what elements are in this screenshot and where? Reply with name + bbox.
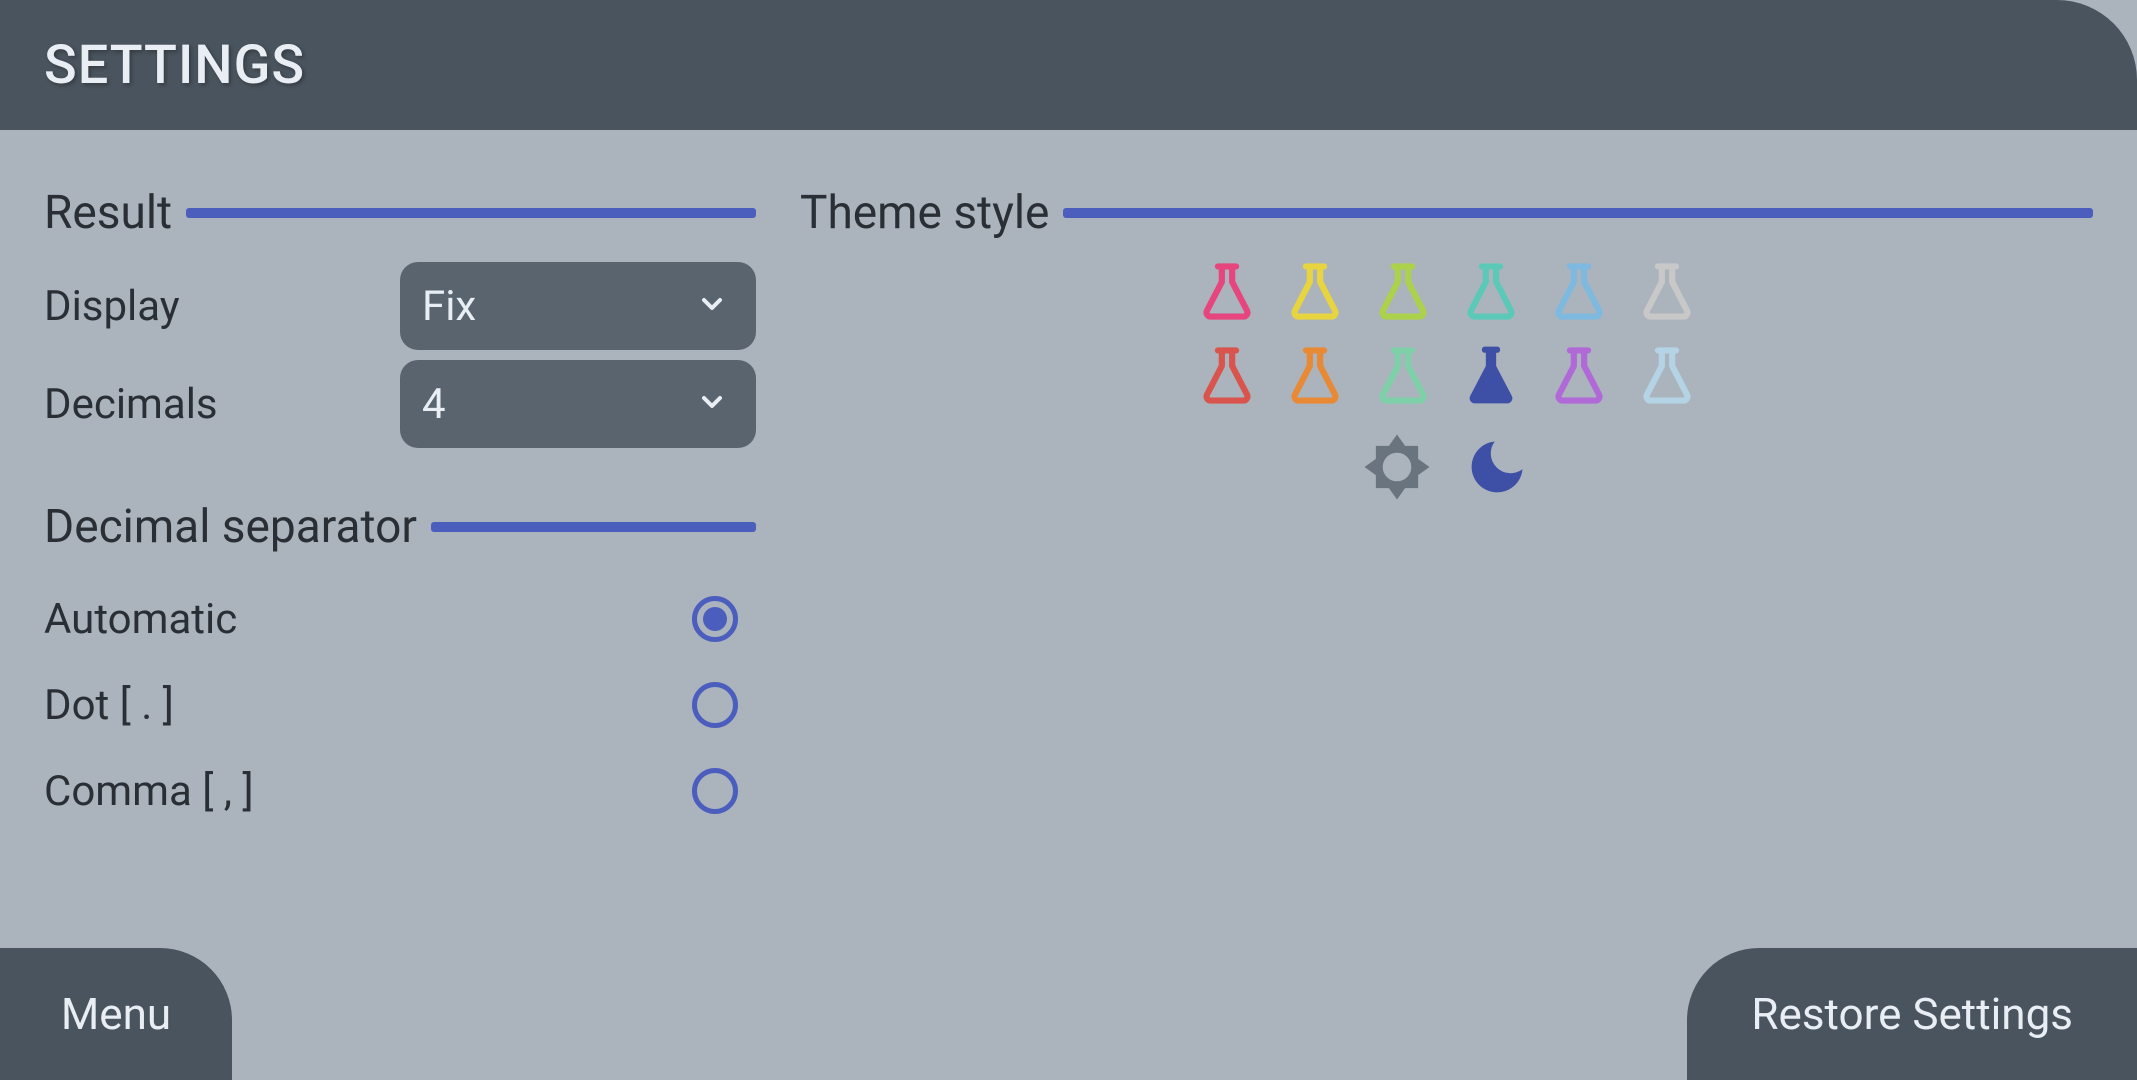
theme-mint-button[interactable] [1370, 346, 1436, 408]
section-title-result: Result [44, 186, 172, 240]
radio-circle[interactable] [692, 596, 738, 642]
theme-sky-button[interactable] [1546, 262, 1612, 324]
light-mode-button[interactable] [1358, 430, 1436, 508]
radio-label: Automatic [44, 595, 237, 644]
theme-grey-button[interactable] [1634, 262, 1700, 324]
section-title-theme: Theme style [800, 186, 1049, 240]
right-column: Theme style [800, 186, 2093, 834]
section-rule [431, 522, 756, 532]
dropdown-decimals[interactable]: 4 [400, 360, 756, 448]
flask-icon [1546, 260, 1612, 326]
chevron-down-icon [696, 386, 728, 422]
dark-mode-button[interactable] [1458, 430, 1536, 508]
content-area: Result Display Fix Decimals 4 Deci [0, 130, 2137, 834]
radio-dot [703, 607, 727, 631]
section-rule [186, 208, 756, 218]
flask-icon [1194, 344, 1260, 410]
flask-icon [1458, 344, 1524, 410]
section-title-separator: Decimal separator [44, 500, 417, 554]
flask-icon [1458, 260, 1524, 326]
theme-row-1 [1194, 262, 1700, 324]
radio-option-0[interactable]: Automatic [44, 576, 756, 662]
left-column: Result Display Fix Decimals 4 Deci [44, 186, 756, 834]
theme-orange-button[interactable] [1282, 346, 1348, 408]
flask-icon [1370, 344, 1436, 410]
theme-pink-button[interactable] [1194, 262, 1260, 324]
theme-navy-button[interactable] [1458, 346, 1524, 408]
flask-icon [1546, 344, 1612, 410]
radio-label: Dot [ . ] [44, 681, 174, 730]
flask-icon [1634, 344, 1700, 410]
dropdown-display-value: Fix [422, 282, 476, 331]
theme-red-button[interactable] [1194, 346, 1260, 408]
section-header-result: Result [44, 186, 756, 240]
moon-icon [1463, 433, 1531, 505]
theme-grid [800, 262, 2093, 508]
section-header-separator: Decimal separator [44, 500, 756, 554]
restore-settings-button[interactable]: Restore Settings [1687, 948, 2137, 1080]
dropdown-decimals-value: 4 [422, 380, 446, 429]
section-rule [1063, 208, 2093, 218]
radio-circle[interactable] [692, 768, 738, 814]
menu-button-label: Menu [61, 988, 171, 1040]
flask-icon [1282, 260, 1348, 326]
row-display: Display Fix [44, 262, 756, 350]
theme-lightblue-button[interactable] [1634, 346, 1700, 408]
radio-label: Comma [ , ] [44, 767, 254, 816]
theme-teal-button[interactable] [1458, 262, 1524, 324]
flask-icon [1282, 344, 1348, 410]
restore-button-label: Restore Settings [1751, 988, 2073, 1040]
page-title: SETTINGS [44, 34, 305, 97]
chevron-down-icon [696, 288, 728, 324]
radio-option-2[interactable]: Comma [ , ] [44, 748, 756, 834]
theme-lime-button[interactable] [1370, 262, 1436, 324]
flask-icon [1194, 260, 1260, 326]
flask-icon [1634, 260, 1700, 326]
theme-purple-button[interactable] [1546, 346, 1612, 408]
label-display: Display [44, 282, 180, 331]
radio-option-1[interactable]: Dot [ . ] [44, 662, 756, 748]
radio-circle[interactable] [692, 682, 738, 728]
section-header-theme: Theme style [800, 186, 2093, 240]
label-decimals: Decimals [44, 380, 218, 429]
row-decimals: Decimals 4 [44, 360, 756, 448]
sun-icon [1358, 428, 1436, 510]
theme-mode-row [1358, 430, 1536, 508]
theme-row-2 [1194, 346, 1700, 408]
menu-button[interactable]: Menu [0, 948, 232, 1080]
flask-icon [1370, 260, 1436, 326]
theme-yellow-button[interactable] [1282, 262, 1348, 324]
header-bar: SETTINGS [0, 0, 2137, 130]
dropdown-display[interactable]: Fix [400, 262, 756, 350]
